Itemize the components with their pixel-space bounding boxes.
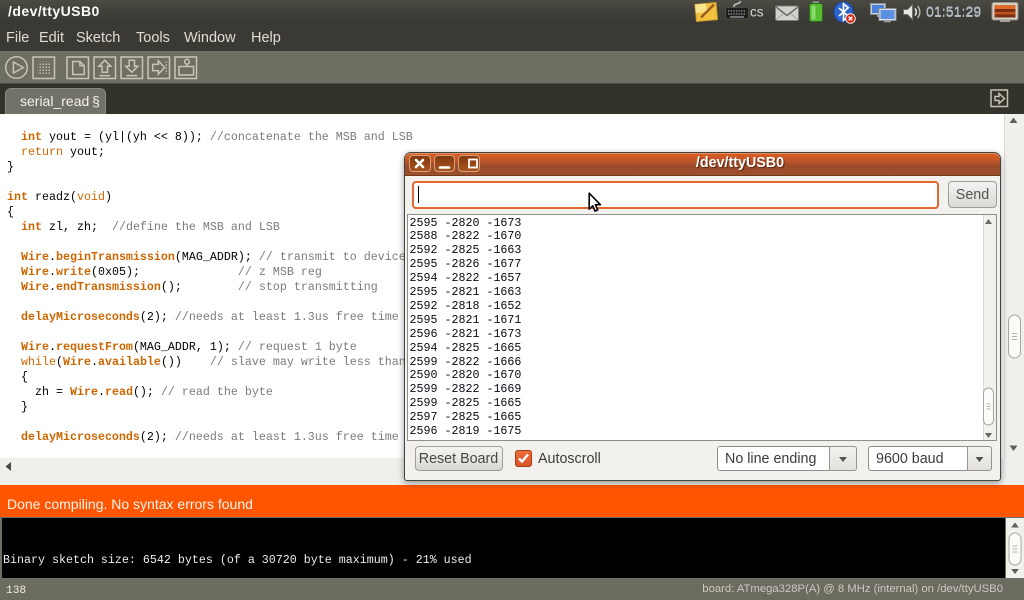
svg-text:01:51:29: 01:51:29 — [926, 5, 981, 21]
svg-text:cs: cs — [750, 5, 764, 20]
